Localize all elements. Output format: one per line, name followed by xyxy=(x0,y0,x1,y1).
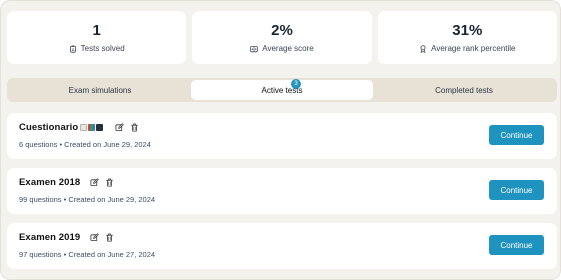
emoji-icons xyxy=(80,124,104,131)
test-title: Cuestionario xyxy=(19,122,79,133)
trash-icon[interactable] xyxy=(130,123,139,132)
stat-average-score: 2% Average score xyxy=(192,11,372,64)
trash-icon[interactable] xyxy=(105,233,114,242)
test-meta: 6 questions • Created on June 29, 2024 xyxy=(19,140,151,149)
test-card: Cuestionario 6 questions • Created on Ju… xyxy=(7,113,557,159)
stat-label: Average rank percentile xyxy=(431,44,516,53)
medal-icon xyxy=(419,44,427,53)
stat-value: 2% xyxy=(271,22,293,39)
continue-button[interactable]: Continue xyxy=(489,235,544,255)
test-card: Examen 2018 99 questions • Created on Ju… xyxy=(7,168,557,214)
test-card: Examen 2019 97 questions • Created on Ju… xyxy=(7,223,557,269)
books-emoji-icon xyxy=(88,124,96,131)
tab-active-tests[interactable]: Active tests 3 xyxy=(191,79,373,100)
edit-icon[interactable] xyxy=(115,123,125,132)
stat-value: 31% xyxy=(452,22,483,39)
stat-value: 1 xyxy=(92,22,101,39)
clipboard-icon xyxy=(69,45,77,53)
count-badge: 3 xyxy=(291,79,301,89)
stat-label: Tests solved xyxy=(80,44,125,53)
test-title: Examen 2019 xyxy=(19,232,81,243)
tab-label: Exam simulations xyxy=(68,85,132,95)
continue-button[interactable]: Continue xyxy=(489,125,544,145)
notepad-emoji-icon xyxy=(80,124,88,131)
app-frame: 1 Tests solved 2% Average score 31% Aver… xyxy=(0,0,561,280)
tab-label: Completed tests xyxy=(435,85,493,95)
continue-button[interactable]: Continue xyxy=(489,180,544,200)
stat-average-rank: 31% Average rank percentile xyxy=(377,11,557,64)
stat-label: Average score xyxy=(262,44,314,53)
test-meta: 97 questions • Created on June 27, 2024 xyxy=(19,250,156,259)
tab-bar: Exam simulations Active tests 3 Complete… xyxy=(7,78,557,102)
laptop-emoji-icon xyxy=(96,124,104,131)
trash-icon[interactable] xyxy=(105,178,114,187)
edit-icon[interactable] xyxy=(90,233,100,242)
tab-completed-tests[interactable]: Completed tests xyxy=(373,80,555,100)
edit-icon[interactable] xyxy=(90,178,100,187)
test-title: Examen 2018 xyxy=(19,177,81,188)
tab-exam-simulations[interactable]: Exam simulations xyxy=(9,80,191,100)
scoreboard-icon xyxy=(250,45,259,53)
stats-row: 1 Tests solved 2% Average score 31% Aver… xyxy=(7,11,557,64)
stat-tests-solved: 1 Tests solved xyxy=(7,11,187,64)
test-meta: 99 questions • Created on June 29, 2024 xyxy=(19,195,156,204)
